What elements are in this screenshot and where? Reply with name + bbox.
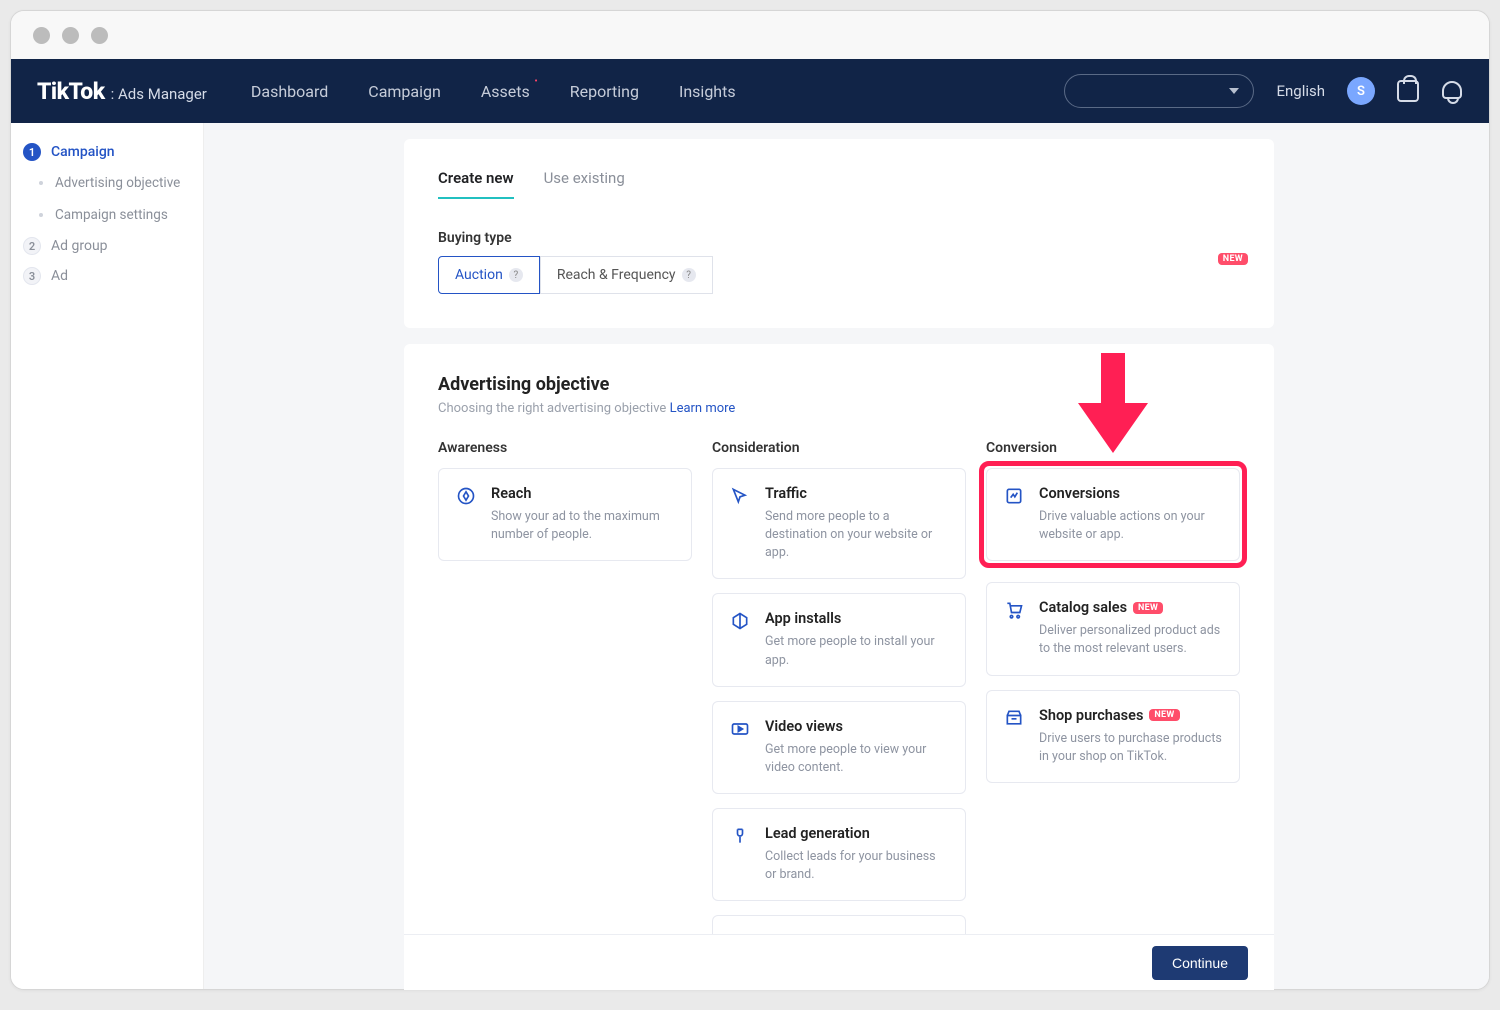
create-tabs: Create new Use existing — [438, 169, 1240, 200]
card-title: Traffic — [765, 485, 949, 502]
business-center-icon[interactable] — [1397, 80, 1419, 102]
col-title: Consideration — [712, 440, 966, 456]
annotation-highlight: Conversions Drive valuable actions on yo… — [986, 461, 1240, 568]
sidebar-step-ad[interactable]: 3 Ad — [11, 261, 203, 291]
avatar[interactable]: S — [1347, 77, 1375, 105]
card-desc: Drive users to purchase products in your… — [1039, 730, 1223, 766]
window-dot — [62, 27, 79, 44]
col-conversion: Conversion Conversions Drive valuable ac… — [986, 440, 1240, 989]
new-badge: NEW — [1133, 602, 1163, 614]
window-titlebar — [11, 11, 1489, 59]
new-badge: NEW — [1218, 246, 1248, 265]
objective-catalog-sales[interactable]: Catalog sales NEW Deliver personalized p… — [986, 582, 1240, 675]
logo-suffix: : Ads Manager — [111, 85, 207, 103]
card-title: Lead generation — [765, 825, 949, 842]
card-title: Video views — [765, 718, 949, 735]
window-dot — [91, 27, 108, 44]
objective-conversions[interactable]: Conversions Drive valuable actions on yo… — [986, 468, 1240, 561]
page: 1 Campaign Advertising objective Campaig… — [11, 123, 1489, 989]
col-consideration: Consideration Traffic Send more people t… — [712, 440, 966, 989]
objective-video-views[interactable]: Video views Get more people to view your… — [712, 701, 966, 794]
top-nav: TikTok : Ads Manager Dashboard Campaign … — [11, 59, 1489, 123]
card-title: Conversions — [1039, 485, 1223, 502]
objective-grid: Awareness Reach Show your ad to the maxi… — [438, 440, 1240, 989]
logo[interactable]: TikTok : Ads Manager — [37, 78, 207, 105]
browser-window: TikTok : Ads Manager Dashboard Campaign … — [10, 10, 1490, 990]
info-icon[interactable]: ? — [682, 268, 696, 282]
step-number: 1 — [23, 143, 41, 161]
buying-auction-button[interactable]: Auction ? — [438, 256, 540, 294]
step-number: 3 — [23, 267, 41, 285]
objective-card: Advertising objective Choosing the right… — [404, 344, 1274, 989]
annotation-arrow-icon — [1078, 353, 1148, 453]
col-title: Awareness — [438, 440, 692, 456]
card-desc: Deliver personalized product ads to the … — [1039, 622, 1223, 658]
sidebar-step-adgroup[interactable]: 2 Ad group — [11, 231, 203, 261]
card-desc: Drive valuable actions on your website o… — [1039, 508, 1223, 544]
nav-campaign[interactable]: Campaign — [368, 82, 441, 101]
notifications-icon[interactable] — [1441, 80, 1463, 102]
nav-right: English S — [1064, 74, 1463, 108]
objective-traffic[interactable]: Traffic Send more people to a destinatio… — [712, 468, 966, 579]
objective-app-installs[interactable]: App installs Get more people to install … — [712, 593, 966, 686]
objective-lead-generation[interactable]: Lead generation Collect leads for your b… — [712, 808, 966, 901]
step-label: Ad group — [51, 238, 108, 254]
video-views-icon — [729, 718, 751, 740]
reach-icon — [455, 485, 477, 507]
card-title: App installs — [765, 610, 949, 627]
sidebar: 1 Campaign Advertising objective Campaig… — [11, 123, 204, 989]
app-installs-icon — [729, 610, 751, 632]
card-desc: Send more people to a destination on you… — [765, 508, 949, 562]
buying-reach-button[interactable]: Reach & Frequency ? — [540, 256, 713, 294]
card-desc: Collect leads for your business or brand… — [765, 848, 949, 884]
card-desc: Get more people to install your app. — [765, 633, 949, 669]
new-badge: NEW — [1149, 709, 1179, 721]
card-title: Shop purchases NEW — [1039, 707, 1223, 724]
logo-text: TikTok — [37, 78, 105, 105]
account-select[interactable] — [1064, 74, 1254, 108]
buying-card: Create new Use existing Buying type Auct… — [404, 139, 1274, 328]
tab-use-existing[interactable]: Use existing — [544, 169, 625, 199]
objective-shop-purchases[interactable]: Shop purchases NEW Drive users to purcha… — [986, 690, 1240, 783]
nav-insights[interactable]: Insights — [679, 82, 736, 101]
language-select[interactable]: English — [1276, 82, 1325, 100]
nav-items: Dashboard Campaign Assets• Reporting Ins… — [251, 82, 736, 101]
card-desc: Get more people to view your video conte… — [765, 741, 949, 777]
shop-icon — [1003, 707, 1025, 729]
annotation-box: Conversions Drive valuable actions on yo… — [979, 461, 1247, 568]
nav-assets[interactable]: Assets• — [481, 82, 530, 101]
traffic-icon — [729, 485, 751, 507]
lead-gen-icon — [729, 825, 751, 847]
info-icon[interactable]: ? — [509, 268, 523, 282]
step-label: Ad — [51, 268, 68, 284]
catalog-sales-icon — [1003, 599, 1025, 621]
continue-button[interactable]: Continue — [1152, 946, 1248, 980]
step-label: Campaign — [51, 144, 115, 160]
buying-type-label: Buying type — [438, 230, 1240, 246]
card-title: Reach — [491, 485, 675, 502]
main-content: Create new Use existing Buying type Auct… — [204, 123, 1489, 989]
col-awareness: Awareness Reach Show your ad to the maxi… — [438, 440, 692, 989]
conversions-icon — [1003, 485, 1025, 507]
assets-notification-dot: • — [534, 76, 537, 87]
buying-type-segmented: Auction ? Reach & Frequency ? NEW — [438, 256, 1240, 294]
sidebar-sub-settings[interactable]: Campaign settings — [11, 199, 203, 231]
objective-reach[interactable]: Reach Show your ad to the maximum number… — [438, 468, 692, 561]
nav-dashboard[interactable]: Dashboard — [251, 82, 328, 101]
sidebar-step-campaign[interactable]: 1 Campaign — [11, 137, 203, 167]
nav-reporting[interactable]: Reporting — [570, 82, 639, 101]
step-number: 2 — [23, 237, 41, 255]
window-dot — [33, 27, 50, 44]
learn-more-link[interactable]: Learn more — [670, 401, 736, 416]
tab-create-new[interactable]: Create new — [438, 169, 514, 199]
card-title: Catalog sales NEW — [1039, 599, 1223, 616]
card-desc: Show your ad to the maximum number of pe… — [491, 508, 675, 544]
continue-bar: Continue — [404, 934, 1274, 990]
sidebar-sub-objective[interactable]: Advertising objective — [11, 167, 203, 199]
